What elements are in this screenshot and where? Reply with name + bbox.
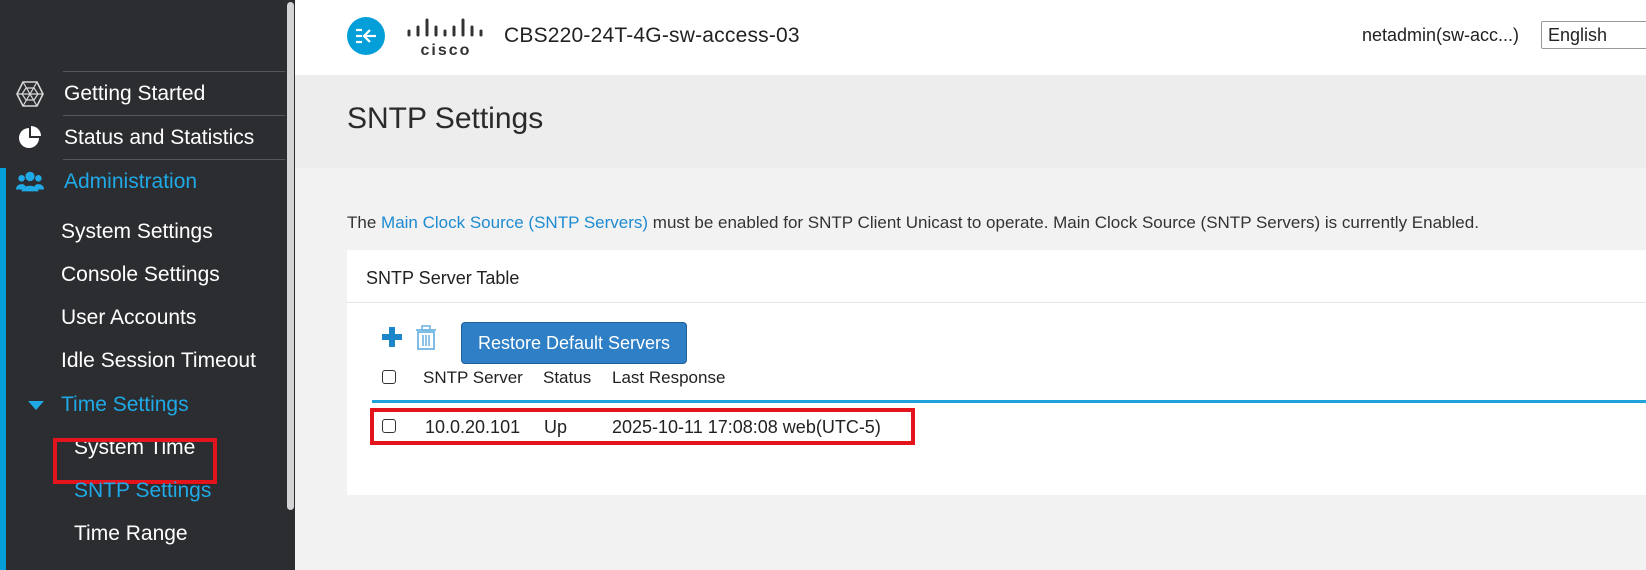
table-title: SNTP Server Table bbox=[366, 268, 520, 288]
sidebar-item-label: Getting Started bbox=[64, 82, 206, 105]
info-message: The Main Clock Source (SNTP Servers) mus… bbox=[347, 213, 1479, 233]
sidebar-item-label: Time Settings bbox=[61, 393, 189, 416]
column-header-last-response: Last Response bbox=[612, 368, 726, 387]
sidebar-item-label: Idle Session Timeout bbox=[61, 349, 256, 372]
sidebar-scrollbar[interactable] bbox=[286, 0, 295, 570]
sidebar-item-label: SNTP Settings bbox=[74, 479, 212, 502]
row-highlight-annotation bbox=[370, 408, 915, 445]
device-name: CBS220-24T-4G-sw-access-03 bbox=[504, 24, 800, 47]
column-header-sntp-server: SNTP Server bbox=[423, 368, 523, 387]
select-all-checkbox[interactable] bbox=[382, 370, 396, 384]
collapse-sidebar-icon[interactable] bbox=[347, 17, 385, 55]
sidebar-item-label: Console Settings bbox=[61, 263, 220, 286]
sntp-server-card bbox=[347, 250, 1646, 495]
restore-default-servers-button[interactable]: Restore Default Servers bbox=[461, 322, 687, 364]
column-header-status: Status bbox=[543, 368, 592, 387]
sidebar-item-sntp-settings[interactable]: SNTP Settings bbox=[74, 471, 211, 511]
users-icon bbox=[16, 169, 44, 195]
sidebar-item-status-and-statistics[interactable]: Status and Statistics bbox=[0, 116, 286, 160]
pie-chart-icon bbox=[16, 125, 44, 151]
cisco-logo: cisco bbox=[405, 18, 487, 59]
sidebar-item-label: Administration bbox=[64, 170, 198, 193]
info-suffix: must be enabled for SNTP Client Unicast … bbox=[648, 213, 1479, 232]
sidebar-item-idle-session-timeout[interactable]: Idle Session Timeout bbox=[61, 341, 256, 381]
delete-icon[interactable] bbox=[415, 325, 437, 351]
sidebar-item-time-settings[interactable]: Time Settings bbox=[0, 385, 286, 425]
sidebar-item-label: User Accounts bbox=[61, 306, 197, 329]
sidebar-item-system-settings[interactable]: System Settings bbox=[61, 212, 213, 252]
sidebar-item-user-accounts[interactable]: User Accounts bbox=[61, 298, 196, 338]
hexagon-icon bbox=[16, 81, 44, 107]
sidebar-item-label: System Settings bbox=[61, 220, 213, 243]
table-header-underline bbox=[372, 400, 1646, 403]
sidebar-item-label: Status and Statistics bbox=[64, 126, 255, 149]
main-clock-source-link[interactable]: Main Clock Source (SNTP Servers) bbox=[381, 213, 648, 232]
sidebar: Getting Started Status and Statistics Ad… bbox=[0, 0, 295, 570]
page-title: SNTP Settings bbox=[347, 102, 544, 135]
svg-text:cisco: cisco bbox=[421, 42, 472, 58]
language-select[interactable]: English bbox=[1541, 21, 1646, 49]
scrollbar-thumb[interactable] bbox=[287, 2, 294, 510]
card-divider bbox=[347, 302, 1646, 303]
active-section-indicator bbox=[0, 168, 6, 570]
sidebar-item-label: Time Range bbox=[74, 522, 188, 545]
caret-down-icon bbox=[28, 401, 44, 410]
sidebar-item-administration[interactable]: Administration bbox=[0, 160, 286, 204]
add-icon[interactable] bbox=[380, 325, 404, 349]
sidebar-item-console-settings[interactable]: Console Settings bbox=[61, 255, 220, 295]
info-prefix: The bbox=[347, 213, 382, 232]
sidebar-item-time-range[interactable]: Time Range bbox=[74, 514, 188, 554]
sidebar-item-getting-started[interactable]: Getting Started bbox=[0, 72, 286, 116]
current-user[interactable]: netadmin(sw-acc...) bbox=[1362, 25, 1519, 46]
